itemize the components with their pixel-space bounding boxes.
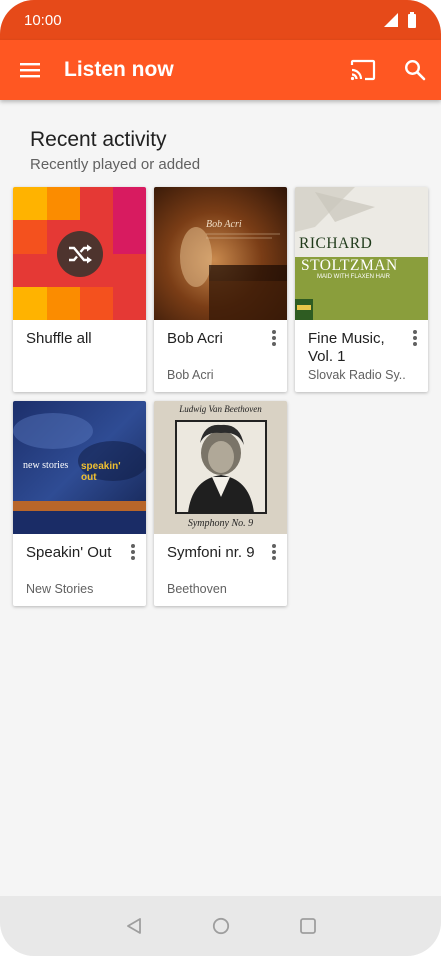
app-title: Listen now xyxy=(64,58,174,81)
cast-button[interactable] xyxy=(337,40,389,100)
album-text-maid: MAID WITH FLAXEN HAIR xyxy=(317,274,391,280)
card-title: Fine Music, Vol. 1 xyxy=(308,330,385,365)
card-title: Speakin' Out xyxy=(26,544,112,561)
card-title: Bob Acri xyxy=(167,330,223,347)
menu-button[interactable] xyxy=(0,40,60,100)
hamburger-menu-icon xyxy=(20,63,40,78)
cast-icon xyxy=(350,59,376,81)
recents-button[interactable] xyxy=(288,906,328,946)
card-subtitle: Beethoven xyxy=(167,582,227,596)
card-subtitle: Bob Acri xyxy=(167,368,214,382)
svg-text:Bob Acri: Bob Acri xyxy=(206,219,242,230)
signal-icon xyxy=(384,13,398,27)
card-fine-music[interactable]: RICHARD STOLTZMAN MAID WITH FLAXEN HAIR … xyxy=(295,187,428,392)
back-icon xyxy=(126,918,141,934)
more-options-button[interactable] xyxy=(267,541,281,563)
status-time: 10:00 xyxy=(24,11,62,29)
phone-screen: 10:00 Listen now Recent activity Recentl… xyxy=(0,0,441,956)
section-title: Recent activity xyxy=(30,128,167,151)
content-area: Recent activity Recently played or added xyxy=(0,100,441,896)
card-bob-acri[interactable]: Bob Acri Bob Acri Bob Acri xyxy=(154,187,287,392)
card-speakin-out[interactable]: new stories speakin' out Speakin' Out Ne… xyxy=(13,401,146,606)
more-options-button[interactable] xyxy=(126,541,140,563)
card-subtitle: Slovak Radio Sy.. xyxy=(308,368,406,382)
status-icons xyxy=(383,12,417,28)
card-shuffle-all[interactable]: Shuffle all xyxy=(13,187,146,392)
album-text-new-stories: new stories xyxy=(23,460,69,471)
card-symfoni-nr-9[interactable]: Ludwig Van Beethoven Symphony No. 9 Symf… xyxy=(154,401,287,606)
card-subtitle: New Stories xyxy=(26,582,94,596)
app-bar: Listen now xyxy=(0,40,441,100)
battery-icon xyxy=(408,12,416,28)
card-title: Shuffle all xyxy=(26,330,92,347)
album-art-fine-music: RICHARD STOLTZMAN MAID WITH FLAXEN HAIR xyxy=(295,187,428,320)
status-bar: 10:00 xyxy=(0,0,441,40)
album-text-speakin-out: speakin' out xyxy=(81,461,121,483)
more-options-button[interactable] xyxy=(408,327,422,349)
album-text-richard: RICHARD xyxy=(299,235,373,252)
album-art-bob-acri: Bob Acri xyxy=(154,187,287,320)
more-options-button[interactable] xyxy=(267,327,281,349)
album-art-speakin-out: new stories speakin' out xyxy=(13,401,146,534)
album-text-symphony: Symphony No. 9 xyxy=(187,518,254,529)
section-subtitle: Recently played or added xyxy=(30,156,201,173)
shuffle-icon xyxy=(57,231,103,277)
album-text-stoltzman: STOLTZMAN xyxy=(301,257,398,274)
album-text-ludwig: Ludwig Van Beethoven xyxy=(179,404,262,414)
home-button[interactable] xyxy=(201,906,241,946)
album-art-symfoni: Ludwig Van Beethoven Symphony No. 9 xyxy=(154,401,287,534)
search-button[interactable] xyxy=(389,40,441,100)
home-icon xyxy=(212,917,229,935)
system-nav-bar xyxy=(0,896,441,956)
recents-icon xyxy=(299,918,316,934)
back-button[interactable] xyxy=(114,906,154,946)
card-title: Symfoni nr. 9 xyxy=(167,544,255,561)
shuffle-art xyxy=(13,187,146,320)
search-icon xyxy=(404,59,426,81)
